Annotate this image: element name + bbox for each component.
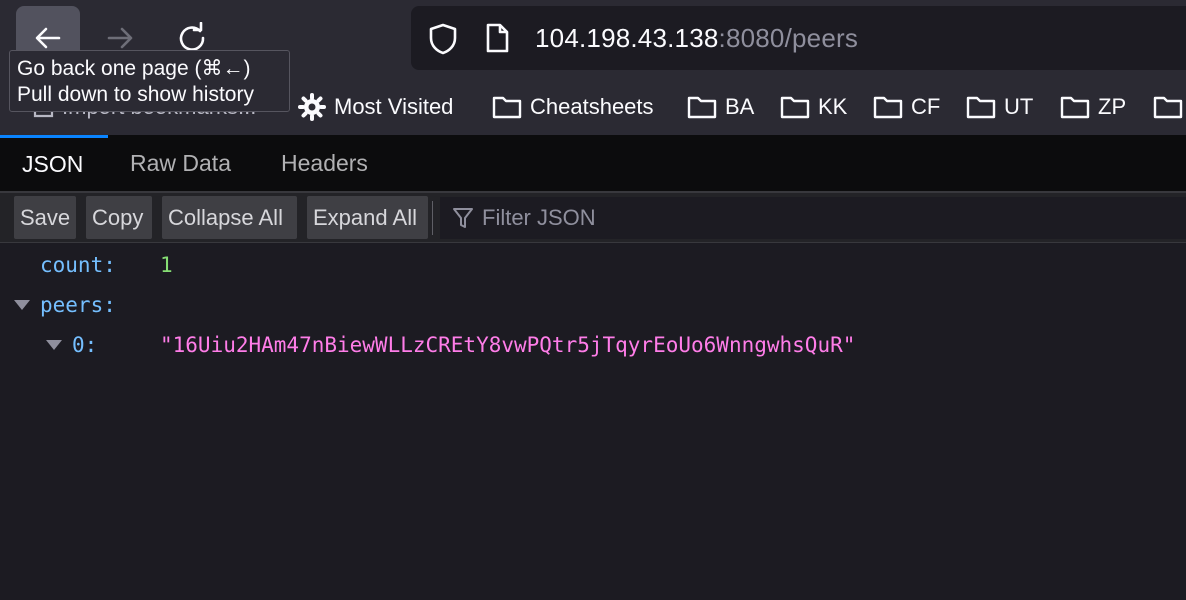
save-button[interactable]: Save bbox=[14, 196, 76, 239]
folder-icon bbox=[687, 96, 717, 119]
expand-toggle-icon[interactable] bbox=[46, 340, 62, 350]
json-row-peers[interactable]: peers: bbox=[0, 285, 1186, 325]
bookmark-label: KK bbox=[818, 94, 848, 119]
json-key-peers: peers: bbox=[40, 293, 116, 317]
url-host: 104.198.43.138 bbox=[535, 23, 719, 53]
bookmark-folder-ba[interactable]: BA bbox=[687, 93, 754, 121]
copy-button[interactable]: Copy bbox=[86, 196, 152, 239]
bookmark-label: BA bbox=[725, 94, 755, 119]
folder-icon bbox=[780, 96, 810, 119]
toolbar-divider bbox=[432, 201, 433, 235]
tooltip-line-2: Pull down to show history bbox=[17, 83, 254, 106]
bookmark-folder-overflow[interactable] bbox=[1153, 93, 1183, 121]
json-key-count: count: bbox=[40, 253, 116, 277]
json-value-peer-id: "16Uiu2HAm47nBiewWLLzCREtY8vwPQtr5jTqyrE… bbox=[160, 333, 856, 357]
bookmark-label: UT bbox=[1004, 94, 1034, 119]
filter-json-input[interactable] bbox=[482, 205, 1082, 231]
tab-raw-data[interactable]: Raw Data bbox=[108, 135, 253, 191]
back-button-tooltip: Go back one page (⌘←) Pull down to show … bbox=[9, 50, 290, 112]
json-value-count: 1 bbox=[160, 253, 173, 277]
bookmark-most-visited[interactable]: Most Visited bbox=[298, 93, 453, 121]
json-toolbar: Save Copy Collapse All Expand All bbox=[0, 193, 1186, 243]
bookmark-label: CF bbox=[911, 94, 941, 119]
bookmark-folder-cf[interactable]: CF bbox=[873, 93, 940, 121]
expand-toggle-icon[interactable] bbox=[14, 300, 30, 310]
json-row-peer-0[interactable]: 0: "16Uiu2HAm47nBiewWLLzCREtY8vwPQtr5jTq… bbox=[0, 325, 1186, 365]
url-bar[interactable]: 104.198.43.138:8080/peers bbox=[411, 6, 1186, 70]
bookmark-folder-kk[interactable]: KK bbox=[780, 93, 847, 121]
json-viewer-tabs: JSON Raw Data Headers bbox=[0, 135, 1186, 193]
tab-headers[interactable]: Headers bbox=[259, 135, 390, 191]
folder-icon bbox=[1060, 96, 1090, 119]
tooltip-line-1: Go back one page (⌘←) bbox=[17, 57, 251, 80]
collapse-all-button[interactable]: Collapse All bbox=[162, 196, 297, 239]
expand-all-button[interactable]: Expand All bbox=[307, 196, 428, 239]
filter-box[interactable] bbox=[440, 197, 1186, 239]
folder-icon bbox=[966, 96, 996, 119]
bookmark-folder-zp[interactable]: ZP bbox=[1060, 93, 1126, 121]
bookmark-label: ZP bbox=[1098, 94, 1127, 119]
json-row-count: count: 1 bbox=[0, 245, 1186, 285]
bookmark-folder-ut[interactable]: UT bbox=[966, 93, 1033, 121]
url-text[interactable]: 104.198.43.138:8080/peers bbox=[535, 23, 858, 53]
json-tree: count: 1 peers: 0: "16Uiu2HAm47nBiewWLLz… bbox=[0, 243, 1186, 600]
url-path: :8080/peers bbox=[718, 23, 859, 53]
tab-json[interactable]: JSON bbox=[0, 135, 108, 191]
arrow-left-icon bbox=[35, 27, 61, 49]
folder-icon bbox=[1153, 96, 1183, 119]
json-key-index: 0: bbox=[72, 333, 98, 357]
folder-icon bbox=[873, 96, 903, 119]
page-icon[interactable] bbox=[483, 22, 511, 54]
filter-icon bbox=[453, 208, 473, 228]
folder-icon bbox=[492, 96, 522, 119]
bookmark-folder-cheatsheets[interactable]: Cheatsheets bbox=[492, 93, 654, 121]
bookmark-label: Most Visited bbox=[334, 94, 454, 119]
shield-icon[interactable] bbox=[427, 22, 459, 56]
arrow-right-icon bbox=[107, 27, 133, 49]
gear-icon bbox=[298, 93, 326, 121]
bookmark-label: Cheatsheets bbox=[530, 94, 654, 119]
